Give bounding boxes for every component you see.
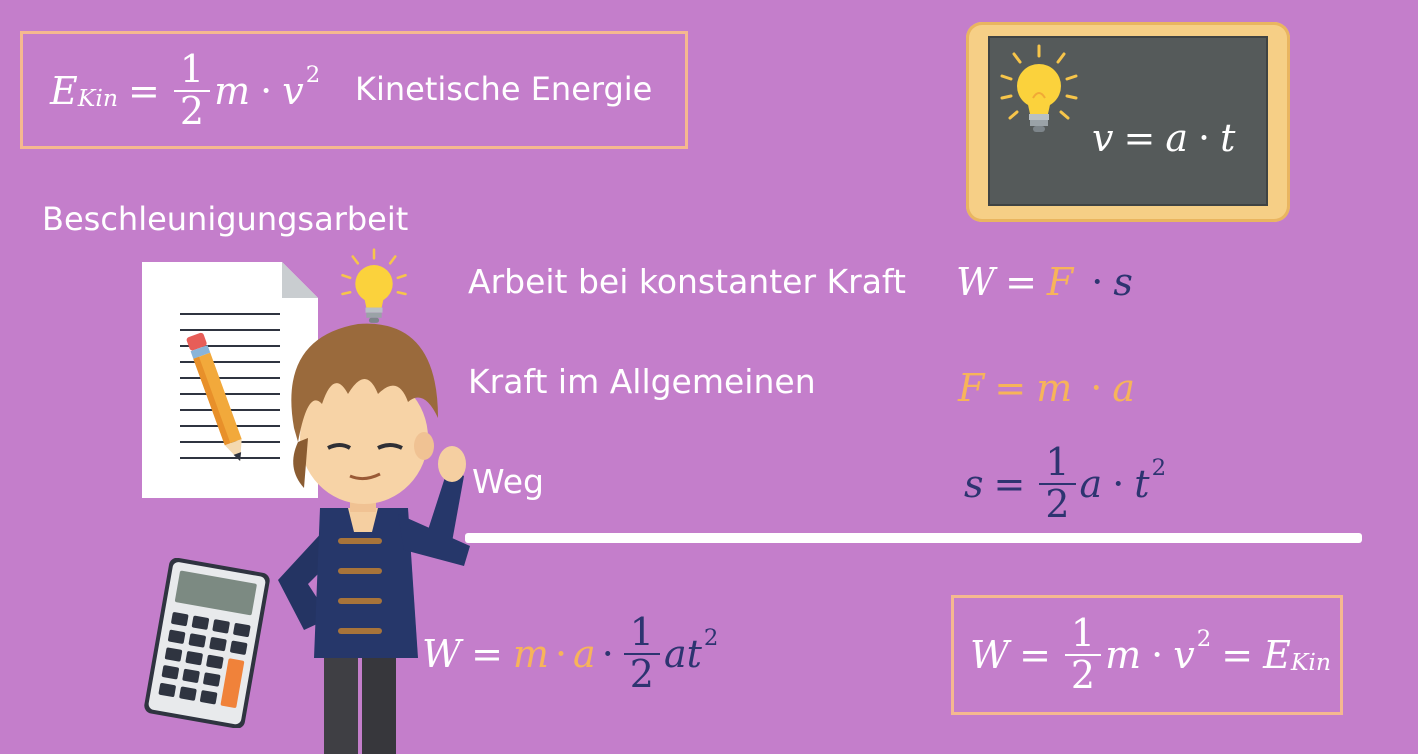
formula-fraction: 1 2: [1039, 442, 1076, 526]
formula-fraction: 1 2: [173, 49, 211, 133]
formula-dot: ·: [1090, 366, 1103, 410]
row-label-force-general: Kraft im Allgemeinen: [468, 362, 816, 401]
formula-time: t: [1220, 116, 1236, 160]
formula-eq: =: [128, 69, 160, 113]
fraction-numerator: 1: [623, 612, 660, 655]
fraction-denominator: 2: [179, 89, 205, 133]
fraction-denominator: 2: [1070, 653, 1096, 697]
kinetic-energy-label: Kinetische Energie: [355, 70, 653, 108]
formula-lhs: W: [422, 632, 462, 676]
formula-mass: m: [1036, 366, 1073, 410]
formula-eq: =: [1123, 116, 1156, 160]
formula-dot: ·: [1091, 260, 1104, 304]
formula-force-general: F = m · a: [958, 368, 1135, 408]
formula-exponent: 2: [1196, 625, 1212, 652]
formula-acceleration: a: [1165, 116, 1188, 160]
fraction-numerator: 1: [1064, 613, 1102, 656]
formula-lhs: F: [958, 366, 985, 410]
formula-dot: ·: [1197, 116, 1211, 160]
divider-line: [465, 533, 1362, 543]
formula-at: at: [663, 632, 702, 676]
fraction-denominator: 2: [629, 652, 654, 696]
formula-distance: s: [1113, 260, 1133, 304]
formula-mass: m: [214, 69, 251, 113]
formula-velocity: v: [1173, 633, 1195, 677]
formula-acceleration: a: [1079, 462, 1103, 506]
fraction-denominator: 2: [1045, 482, 1070, 526]
formula-fraction: 1 2: [623, 612, 660, 696]
formula-eq: =: [1019, 633, 1051, 677]
formula-rhs: E: [1263, 633, 1291, 677]
calculator-icon: [144, 558, 270, 728]
formula-eq: =: [993, 462, 1026, 506]
fraction-numerator: 1: [173, 49, 211, 92]
formula-dot: ·: [260, 69, 273, 113]
formula-eq: =: [1221, 633, 1254, 677]
formula-lhs-sub: Kin: [77, 84, 119, 113]
result-formula: W = 1 2 m · v2 = E Kin: [970, 609, 1331, 701]
formula-time: t: [1134, 462, 1150, 506]
lightbulb-icon: [1000, 44, 1078, 132]
derivation-formula: W = m · a · 1 2 at 2: [422, 608, 718, 700]
formula-acceleration: a: [1112, 366, 1136, 410]
kinetic-energy-formula: E Kin = 1 2 m · v2: [50, 44, 320, 138]
chalkboard-formula: v = a · t: [1092, 118, 1235, 158]
formula-dot: ·: [1151, 633, 1164, 677]
formula-lhs: s: [964, 462, 984, 506]
formula-lhs: W: [956, 260, 996, 304]
formula-rhs-sub: Kin: [1290, 648, 1332, 677]
formula-mass: m: [1105, 633, 1142, 677]
row-label-work-constant-force: Arbeit bei konstanter Kraft: [468, 262, 906, 301]
formula-fraction: 1 2: [1064, 613, 1102, 697]
lightbulb-icon: [341, 248, 407, 323]
formula-dot: ·: [601, 632, 614, 676]
section-title: Beschleunigungsarbeit: [42, 200, 409, 238]
formula-eq: =: [1005, 260, 1037, 304]
formula-eq: =: [994, 366, 1027, 410]
formula-work-constant-force: W = F · s: [956, 262, 1133, 302]
formula-dot: ·: [1112, 462, 1125, 506]
formula-exponent: 2: [1151, 454, 1167, 481]
formula-distance: s = 1 2 a · t2: [964, 438, 1166, 530]
formula-force: F: [1046, 260, 1074, 304]
row-label-distance: Weg: [472, 462, 544, 501]
formula-lhs: W: [970, 633, 1010, 677]
formula-eq: =: [471, 632, 503, 676]
formula-lhs: v: [1092, 116, 1114, 160]
formula-dot: ·: [554, 632, 568, 676]
formula-exponent: 2: [703, 624, 719, 651]
formula-velocity: v: [282, 69, 304, 113]
formula-mass: m: [512, 632, 549, 676]
formula-exponent: 2: [305, 61, 321, 88]
formula-lhs: E: [50, 69, 78, 113]
fraction-numerator: 1: [1039, 442, 1076, 485]
formula-acceleration: a: [573, 632, 596, 676]
